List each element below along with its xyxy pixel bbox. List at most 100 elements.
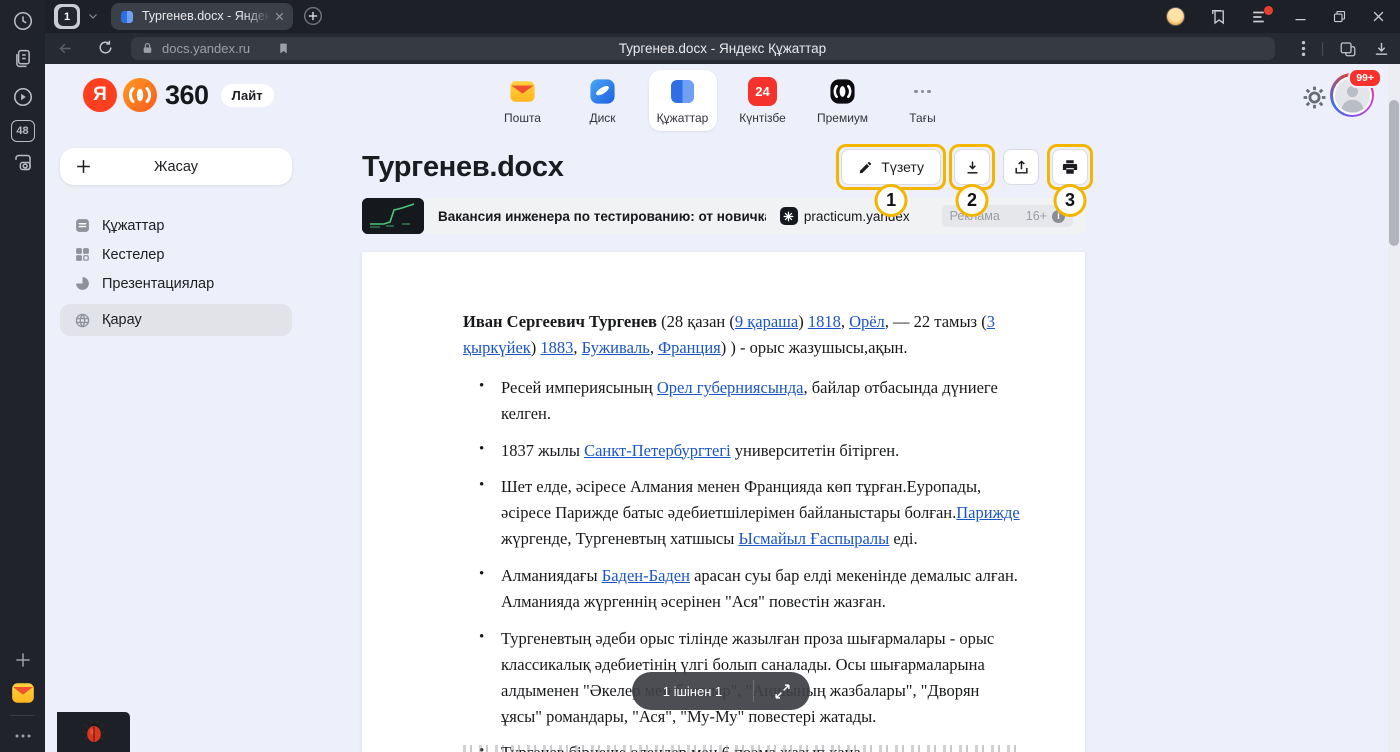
restore-window-icon[interactable] xyxy=(1332,9,1347,24)
mail-widget-icon[interactable] xyxy=(10,680,36,706)
doc-text: университетін бітірген. xyxy=(731,441,900,460)
doc-text: Иван Сергеевич Тургенев xyxy=(463,312,657,331)
sidebar-item-label: Құжаттар xyxy=(102,218,164,234)
highlight-box-2: 2 xyxy=(949,144,995,190)
bullet-item: Алманиядағы Баден-Баден арасан суы бар е… xyxy=(463,563,1023,615)
ad-thumbnail xyxy=(362,198,424,234)
scrollbar-track[interactable] xyxy=(1388,64,1400,752)
doc-link[interactable]: Орел губерниясында xyxy=(657,378,804,397)
toolbar-divider xyxy=(1322,42,1323,56)
doc-text: Шет елде, әсіресе Алмания менен Францияд… xyxy=(501,477,981,522)
doc-link[interactable]: Парижде xyxy=(956,503,1019,522)
doc-link[interactable]: 1818 xyxy=(808,312,841,331)
video-play-icon[interactable] xyxy=(12,86,34,108)
beetle-icon xyxy=(82,719,106,745)
doc-link[interactable]: Буживаль xyxy=(582,338,650,357)
annotation-badge-3: 3 xyxy=(1054,184,1087,217)
document-icon xyxy=(73,217,91,234)
docs-app-area: Я 360 Лайт Пошта Диск Құжаттар 24 xyxy=(45,64,1400,752)
print-button[interactable] xyxy=(1052,149,1088,185)
globe-icon xyxy=(73,312,91,329)
extensions-kebab-icon[interactable] xyxy=(1301,40,1306,57)
create-button[interactable]: Жасау xyxy=(60,148,292,185)
clipped-next-line xyxy=(463,745,1023,752)
add-bookmark-icon[interactable] xyxy=(277,42,290,55)
settings-gear-icon[interactable] xyxy=(1301,84,1328,111)
bookmarks-icon[interactable] xyxy=(1209,8,1227,26)
lock-icon xyxy=(141,42,154,55)
page-indicator: 1 ішінен 1 xyxy=(632,672,810,710)
notifications-count-badge: 99+ xyxy=(1348,68,1382,88)
bug-overlay[interactable] xyxy=(57,712,130,752)
doc-text: 1837 жылы xyxy=(501,441,584,460)
account-avatar[interactable]: 99+ xyxy=(1330,73,1374,117)
browser-profile-avatar[interactable] xyxy=(1166,7,1185,26)
annotation-badge-1: 1 xyxy=(875,184,908,217)
tab-close-icon[interactable] xyxy=(274,11,285,22)
sidebar-item-tables[interactable]: Кестелер xyxy=(60,240,292,269)
doc-link[interactable]: 1883 xyxy=(540,338,573,357)
edit-label: Түзету xyxy=(881,159,924,175)
share-button[interactable] xyxy=(1003,149,1039,185)
history-clock-icon[interactable] xyxy=(12,10,34,32)
create-label: Жасау xyxy=(154,159,198,175)
bullet-item: Ресей империясының Орел губерниясында, б… xyxy=(463,375,1023,427)
doc-link[interactable]: Ысмайыл Ғаспыралы xyxy=(738,529,889,548)
close-window-icon[interactable] xyxy=(1371,9,1386,24)
downloads-icon[interactable] xyxy=(1373,40,1390,57)
sidebar-item-label: Қарау xyxy=(102,312,142,328)
tab-title: Тургенев.docx - Яндекс xyxy=(142,9,270,25)
fullscreen-expand-icon[interactable] xyxy=(754,683,810,700)
pie-chart-icon xyxy=(73,275,91,292)
browser-menu-icon[interactable] xyxy=(1251,9,1269,25)
browser-tab[interactable]: Тургенев.docx - Яндекс xyxy=(111,3,293,30)
tab-group-count: 1 xyxy=(58,7,77,26)
sidebar-item-label: Презентациялар xyxy=(102,276,214,292)
page-indicator-label: 1 ішінен 1 xyxy=(632,684,753,699)
sidebar-item-view[interactable]: Қарау xyxy=(60,304,292,336)
table-grid-icon xyxy=(73,246,91,263)
bullet-item: Шет елде, әсіресе Алмания менен Францияд… xyxy=(463,474,1023,552)
edit-button[interactable]: Түзету xyxy=(841,149,941,185)
doc-link[interactable]: 9 қараша xyxy=(735,312,798,331)
sidebar-item-label: Кестелер xyxy=(102,247,164,263)
printer-icon xyxy=(1061,158,1079,176)
rail-more-icon[interactable] xyxy=(14,732,32,740)
rail-plus-icon[interactable] xyxy=(13,650,33,670)
doc-link[interactable]: Баден-Баден xyxy=(602,566,690,585)
share-icon xyxy=(1013,159,1030,176)
copied-pages-icon[interactable] xyxy=(12,48,33,69)
tab-group-chip[interactable]: 1 xyxy=(54,4,80,29)
ad-title: Вакансия инженера по тестированию: от но… xyxy=(438,209,766,224)
doc-text: Ресей империясының xyxy=(501,378,657,397)
doc-text: еді. xyxy=(889,529,917,548)
doc-text: (28 қазан ( xyxy=(657,312,735,331)
minimize-icon[interactable] xyxy=(1293,9,1308,24)
browser-side-rail: 48 xyxy=(0,0,45,752)
scrollbar-thumb[interactable] xyxy=(1389,100,1399,246)
doc-link[interactable]: Франция xyxy=(658,338,721,357)
tabs-counter-badge[interactable]: 48 xyxy=(11,120,35,142)
download-button[interactable] xyxy=(954,149,990,185)
share-wrap xyxy=(998,144,1044,190)
doc-link[interactable]: Орёл xyxy=(849,312,885,331)
collections-icon[interactable] xyxy=(1339,40,1357,58)
doc-text: ) xyxy=(531,338,541,357)
doc-link[interactable]: Санкт-Петербургтегі xyxy=(584,441,731,460)
doc-text: , xyxy=(573,338,581,357)
chevron-down-icon[interactable] xyxy=(87,10,99,22)
highlight-box-3: 3 xyxy=(1047,144,1093,190)
url-field[interactable]: docs.yandex.ru xyxy=(131,37,1275,60)
screenshot-icon[interactable] xyxy=(12,152,33,173)
back-icon[interactable] xyxy=(57,40,74,57)
new-tab-icon[interactable] xyxy=(303,6,323,26)
annotation-badge-2: 2 xyxy=(956,184,989,217)
sidebar-item-documents[interactable]: Құжаттар xyxy=(60,211,292,240)
age-rating: 16+ xyxy=(1026,209,1047,223)
sidebar-item-presentations[interactable]: Презентациялар xyxy=(60,269,292,298)
pencil-icon xyxy=(858,160,873,175)
browser-tab-bar: 1 Тургенев.docx - Яндекс xyxy=(45,0,1400,33)
reload-icon[interactable] xyxy=(97,39,114,56)
document-main: Тургенев.docx Түзету 1 xyxy=(362,64,1085,752)
docs-favicon xyxy=(119,9,135,25)
